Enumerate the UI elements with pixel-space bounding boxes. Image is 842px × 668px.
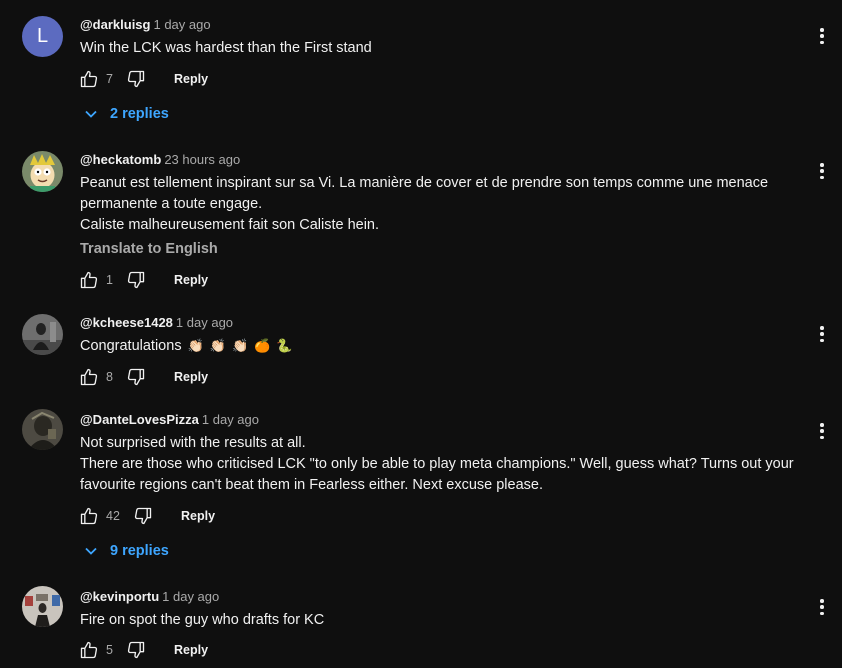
avatar[interactable]: L [22,16,63,57]
chevron-down-icon [84,107,98,121]
author-name[interactable]: @heckatomb [80,152,161,167]
replies-count-label: 9 replies [110,543,169,559]
more-options-icon[interactable] [814,421,830,441]
comment-line: favourite regions can't beat them in Fea… [80,477,543,493]
reply-button[interactable]: Reply [181,509,215,523]
comment-actions: 7 [78,68,147,90]
like-count: 7 [106,72,113,86]
timestamp[interactable]: 1 day ago [176,315,233,330]
comment-text: Win the LCK was hardest than the First s… [80,38,800,59]
like-icon[interactable] [78,366,100,388]
chevron-down-icon [84,544,98,558]
avatar-letter: L [36,25,49,47]
snake-emoji: 🐍 [276,339,293,354]
comment-text: Peanut est tellement inspirant sur sa Vi… [80,173,800,236]
comment-header: @heckatomb 23 hours ago [80,152,240,167]
dislike-icon[interactable] [125,269,147,291]
like-count: 5 [106,643,113,657]
author-name[interactable]: @kevinportu [80,589,159,604]
comment-actions: 42 [78,505,154,527]
clapping-hands-emoji: 👏🏻 [209,339,226,354]
comment-header: @darkluisg 1 day ago [80,17,211,32]
comment-line: There are those who criticised LCK "to o… [80,456,794,472]
comment: @DanteLovesPizza 1 day ago Not surprised … [0,400,842,570]
clapping-hands-emoji: 👏🏻 [231,339,249,354]
comment-line: Peanut est tellement inspirant sur sa Vi… [80,175,769,191]
comment-actions: 8 [78,366,147,388]
comment-line: Caliste malheureusement fait son Caliste… [80,217,380,233]
timestamp[interactable]: 1 day ago [202,412,259,427]
comment-text: Not surprised with the results at all. T… [80,433,800,496]
timestamp[interactable]: 23 hours ago [164,152,240,167]
more-options-icon[interactable] [814,597,830,617]
timestamp[interactable]: 1 day ago [162,589,219,604]
avatar[interactable] [22,586,63,627]
comment-header: @kcheese1428 1 day ago [80,315,233,330]
view-replies-button[interactable]: 2 replies [84,106,169,122]
comment: @kcheese1428 1 day ago Congratulations 👏🏻 👏… [0,305,842,400]
author-name[interactable]: @kcheese1428 [80,315,173,330]
like-icon[interactable] [78,639,100,661]
like-icon[interactable] [78,68,100,90]
author-name[interactable]: @darkluisg [80,17,150,32]
comment-line: permanente a toute engage. [80,196,263,212]
more-options-icon[interactable] [814,26,830,46]
dislike-icon[interactable] [132,505,154,527]
comment-line: Win the LCK was hardest than the First s… [80,40,372,56]
avatar[interactable] [22,409,63,450]
comment-text: Fire on spot the guy who drafts for KC [80,610,800,631]
comment-line: Not surprised with the results at all. [80,435,306,451]
like-icon[interactable] [78,505,100,527]
comment-line: Congratulations 👏🏻 👏🏻 👏🏻 🍊 🐍 [80,336,800,357]
comment: @heckatomb 23 hours ago Peanut est tellem… [0,140,842,300]
comment: L @darkluisg 1 day ago Win the LCK was ha… [0,0,842,135]
like-count: 8 [106,370,113,384]
comment-line: Fire on spot the guy who drafts for KC [80,612,325,628]
view-replies-button[interactable]: 9 replies [84,543,169,559]
like-count: 42 [106,509,120,523]
translate-link[interactable]: Translate to English [80,241,218,257]
reply-button[interactable]: Reply [174,370,208,384]
dislike-icon[interactable] [125,639,147,661]
replies-count-label: 2 replies [110,106,169,122]
reply-button[interactable]: Reply [174,273,208,287]
comment: @kevinportu 1 day ago Fire on spot the gu… [0,575,842,668]
more-options-icon[interactable] [814,324,830,344]
dislike-icon[interactable] [125,68,147,90]
reply-button[interactable]: Reply [174,643,208,657]
timestamp[interactable]: 1 day ago [153,17,210,32]
like-icon[interactable] [78,269,100,291]
comment-header: @DanteLovesPizza 1 day ago [80,412,259,427]
avatar[interactable] [22,314,63,355]
comment-header: @kevinportu 1 day ago [80,589,219,604]
comment-line-text: Congratulations [80,338,182,354]
clapping-hands-emoji: 👏🏻 [187,339,204,354]
reply-button[interactable]: Reply [174,72,208,86]
like-count: 1 [106,273,113,287]
dislike-icon[interactable] [125,366,147,388]
more-options-icon[interactable] [814,161,830,181]
author-name[interactable]: @DanteLovesPizza [80,412,199,427]
comment-text: Congratulations 👏🏻 👏🏻 👏🏻 🍊 🐍 [80,336,800,357]
tangerine-emoji: 🍊 [254,339,271,354]
avatar[interactable] [22,151,63,192]
comment-actions: 1 [78,269,147,291]
comment-actions: 5 [78,639,147,661]
